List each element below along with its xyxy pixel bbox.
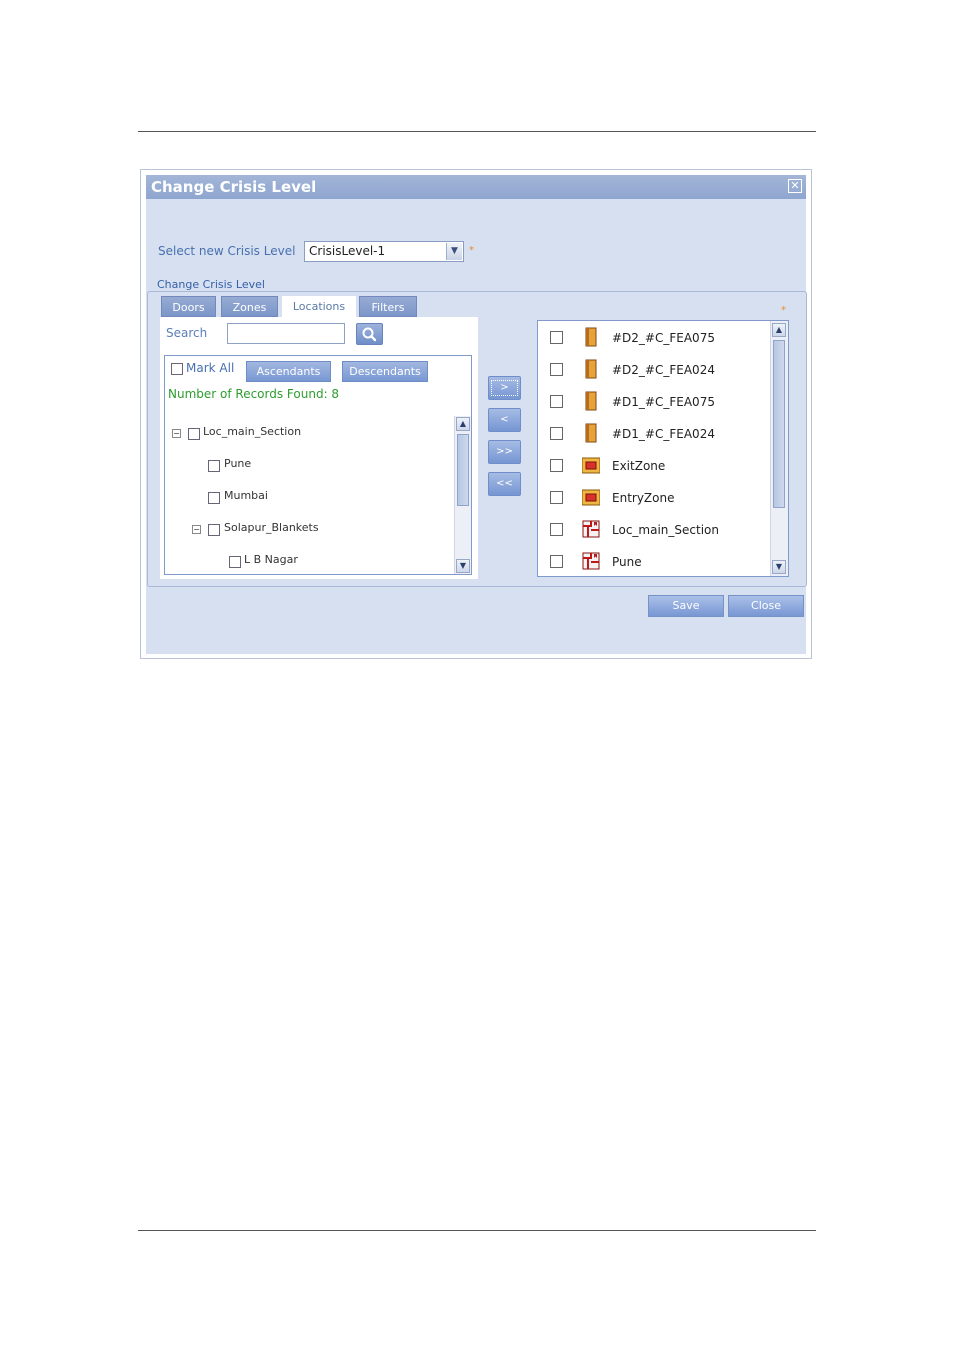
item-checkbox[interactable] [550, 363, 563, 376]
tree-item-label[interactable]: Mumbai [224, 489, 268, 502]
fieldset-legend: Change Crisis Level [155, 278, 267, 291]
tree-item-label[interactable]: Loc_main_Section [203, 425, 301, 438]
close-button[interactable]: Close [728, 595, 804, 617]
add-selected-label: > [491, 380, 518, 396]
tree-checkbox[interactable] [188, 428, 200, 440]
item-label: #D1_#C_FEA075 [612, 395, 715, 409]
scroll-down-icon[interactable]: ▼ [456, 559, 470, 573]
item-checkbox[interactable] [550, 459, 563, 472]
required-marker: * [469, 245, 474, 256]
location-map-icon [582, 552, 600, 570]
item-label: #D1_#C_FEA024 [612, 427, 715, 441]
search-label: Search [166, 326, 208, 340]
add-all-button[interactable]: >> [488, 440, 521, 464]
change-crisis-level-dialog: Change Crisis Level ✕ Select new Crisis … [140, 169, 812, 659]
selected-list-scrollbar[interactable]: ▲ ▼ [770, 321, 788, 576]
tree-checkbox[interactable] [208, 460, 220, 472]
item-checkbox[interactable] [550, 395, 563, 408]
item-label: #D2_#C_FEA075 [612, 331, 715, 345]
add-selected-button[interactable]: > [488, 376, 521, 400]
dialog-titlebar[interactable]: Change Crisis Level ✕ [146, 175, 806, 199]
item-label: #D2_#C_FEA024 [612, 363, 715, 377]
tree-item-label[interactable]: L B Nagar [244, 553, 298, 566]
item-label: ExitZone [612, 459, 666, 473]
header-rule [138, 131, 816, 132]
item-label: Pune [612, 555, 642, 569]
ascendants-button[interactable]: Ascendants [246, 361, 331, 382]
tree-item-label[interactable]: Pune [224, 457, 251, 470]
scroll-thumb[interactable] [773, 340, 785, 508]
item-label: Loc_main_Section [612, 523, 719, 537]
tab-locations[interactable]: Locations [282, 296, 356, 317]
selected-items-list: #D2_#C_FEA075 #D2_#C_FEA024 #D1_#C_FEA07… [537, 320, 789, 577]
location-map-icon [582, 520, 600, 538]
tree-scrollbar[interactable]: ▲ ▼ [454, 416, 471, 574]
scroll-up-icon[interactable]: ▲ [772, 323, 786, 337]
close-icon[interactable]: ✕ [788, 179, 802, 193]
tree-item-label[interactable]: Solapur_Blankets [224, 521, 319, 534]
zone-icon [582, 457, 600, 474]
footer-rule [138, 1230, 816, 1231]
tree-checkbox[interactable] [229, 556, 241, 568]
item-checkbox[interactable] [550, 555, 563, 568]
tree-checkbox[interactable] [208, 524, 220, 536]
selection-required-marker: * [781, 305, 786, 316]
item-checkbox[interactable] [550, 491, 563, 504]
remove-all-button[interactable]: << [488, 472, 521, 496]
scroll-up-icon[interactable]: ▲ [456, 417, 470, 431]
item-checkbox[interactable] [550, 331, 563, 344]
records-found-count: Number of Records Found: 8 [168, 387, 340, 401]
door-icon [585, 391, 597, 411]
chevron-down-icon[interactable]: ▼ [446, 243, 462, 260]
mark-all-checkbox[interactable] [171, 363, 183, 375]
item-checkbox[interactable] [550, 523, 563, 536]
collapse-icon[interactable]: − [192, 525, 201, 534]
search-button[interactable] [356, 323, 383, 345]
mark-all-label: Mark All [186, 361, 235, 375]
remove-selected-button[interactable]: < [488, 408, 521, 432]
crisis-level-label: Select new Crisis Level [158, 244, 296, 258]
crisis-level-select[interactable]: CrisisLevel-1 ▼ [304, 241, 464, 262]
dialog-title: Change Crisis Level [151, 178, 317, 196]
descendants-button[interactable]: Descendants [342, 361, 428, 382]
location-tree-box: Mark All Ascendants Descendants Number o… [164, 355, 472, 575]
item-label: EntryZone [612, 491, 675, 505]
scroll-down-icon[interactable]: ▼ [772, 560, 786, 574]
crisis-level-value: CrisisLevel-1 [309, 244, 386, 258]
door-icon [585, 359, 597, 379]
tab-filters[interactable]: Filters [359, 296, 417, 317]
tab-doors[interactable]: Doors [161, 296, 216, 317]
collapse-icon[interactable]: − [172, 429, 181, 438]
dialog-body: Change Crisis Level ✕ Select new Crisis … [146, 175, 807, 654]
scroll-thumb[interactable] [457, 434, 469, 506]
magnifier-icon [362, 327, 377, 342]
zone-icon [582, 489, 600, 506]
door-icon [585, 327, 597, 347]
locations-panel: Search Mark All Ascendants Descendants N… [160, 317, 478, 579]
tree-checkbox[interactable] [208, 492, 220, 504]
door-icon [585, 423, 597, 443]
tab-zones[interactable]: Zones [221, 296, 278, 317]
save-button[interactable]: Save [648, 595, 724, 617]
search-input[interactable] [227, 323, 345, 344]
item-checkbox[interactable] [550, 427, 563, 440]
